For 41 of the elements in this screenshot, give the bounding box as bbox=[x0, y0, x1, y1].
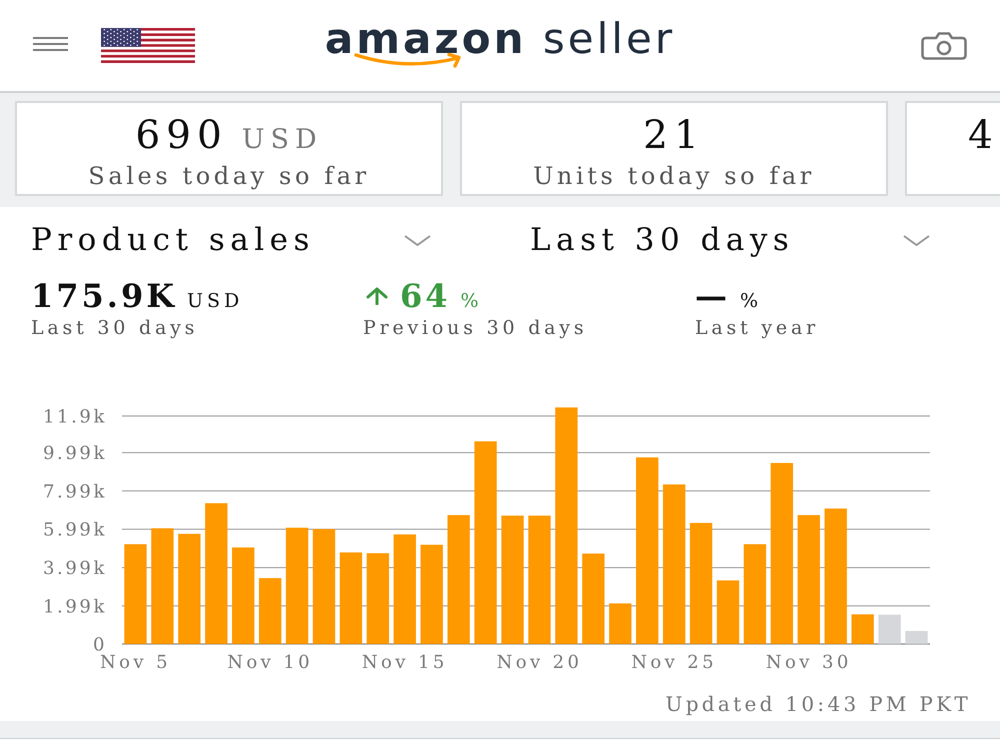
logo-text: amazon seller bbox=[324, 18, 676, 60]
chevron-down-icon bbox=[903, 234, 930, 246]
stat-value: 64 bbox=[400, 277, 451, 315]
stat-caption: Previous 30 days bbox=[363, 316, 588, 341]
x-axis-label: Nov 30 bbox=[766, 652, 852, 673]
card-unit: USD bbox=[242, 124, 323, 156]
bar bbox=[905, 630, 928, 644]
card-value: 21 bbox=[643, 113, 705, 159]
card-label: Sales today so far bbox=[88, 161, 370, 191]
stat-unit: % bbox=[460, 289, 483, 313]
camera-icon[interactable] bbox=[921, 32, 967, 60]
x-axis-label: Nov 25 bbox=[631, 652, 717, 673]
x-axis-label: Nov 15 bbox=[362, 652, 448, 673]
y-axis-label: 11.9k bbox=[43, 406, 107, 428]
stat-unit: USD bbox=[187, 289, 244, 313]
y-axis-label: 7.99k bbox=[43, 481, 107, 502]
x-axis-label: Nov 20 bbox=[496, 652, 582, 673]
chevron-down-icon bbox=[404, 234, 431, 246]
y-axis-label: 9.99k bbox=[43, 443, 107, 464]
stat-value: — bbox=[695, 277, 730, 315]
card-label: Units today so far bbox=[533, 161, 815, 191]
bar bbox=[878, 614, 901, 644]
dropdown-button[interactable]: Last 30 days bbox=[530, 220, 930, 260]
menu-icon[interactable] bbox=[33, 37, 68, 51]
bar bbox=[609, 603, 632, 644]
stat-caption: Last year bbox=[695, 316, 820, 341]
updated-time: Updated 10:43 PM PKT bbox=[666, 692, 971, 716]
dropdown-button[interactable]: Product sales bbox=[31, 220, 431, 260]
x-axis-label: Nov 10 bbox=[227, 652, 313, 673]
y-axis-label: 3.99k bbox=[43, 558, 107, 580]
stat-unit: % bbox=[740, 289, 762, 313]
bar bbox=[852, 614, 874, 644]
card-value: 690 bbox=[135, 113, 228, 159]
stat-caption: Last 30 days bbox=[31, 316, 200, 341]
card-value: 4 bbox=[968, 113, 999, 159]
stat-value: 175.9K bbox=[31, 277, 178, 315]
bar bbox=[258, 578, 282, 644]
y-axis-label: 5.99k bbox=[43, 520, 107, 541]
y-axis-label: 1.99k bbox=[43, 596, 107, 618]
bar bbox=[716, 580, 740, 644]
flag-icon[interactable] bbox=[101, 28, 195, 63]
